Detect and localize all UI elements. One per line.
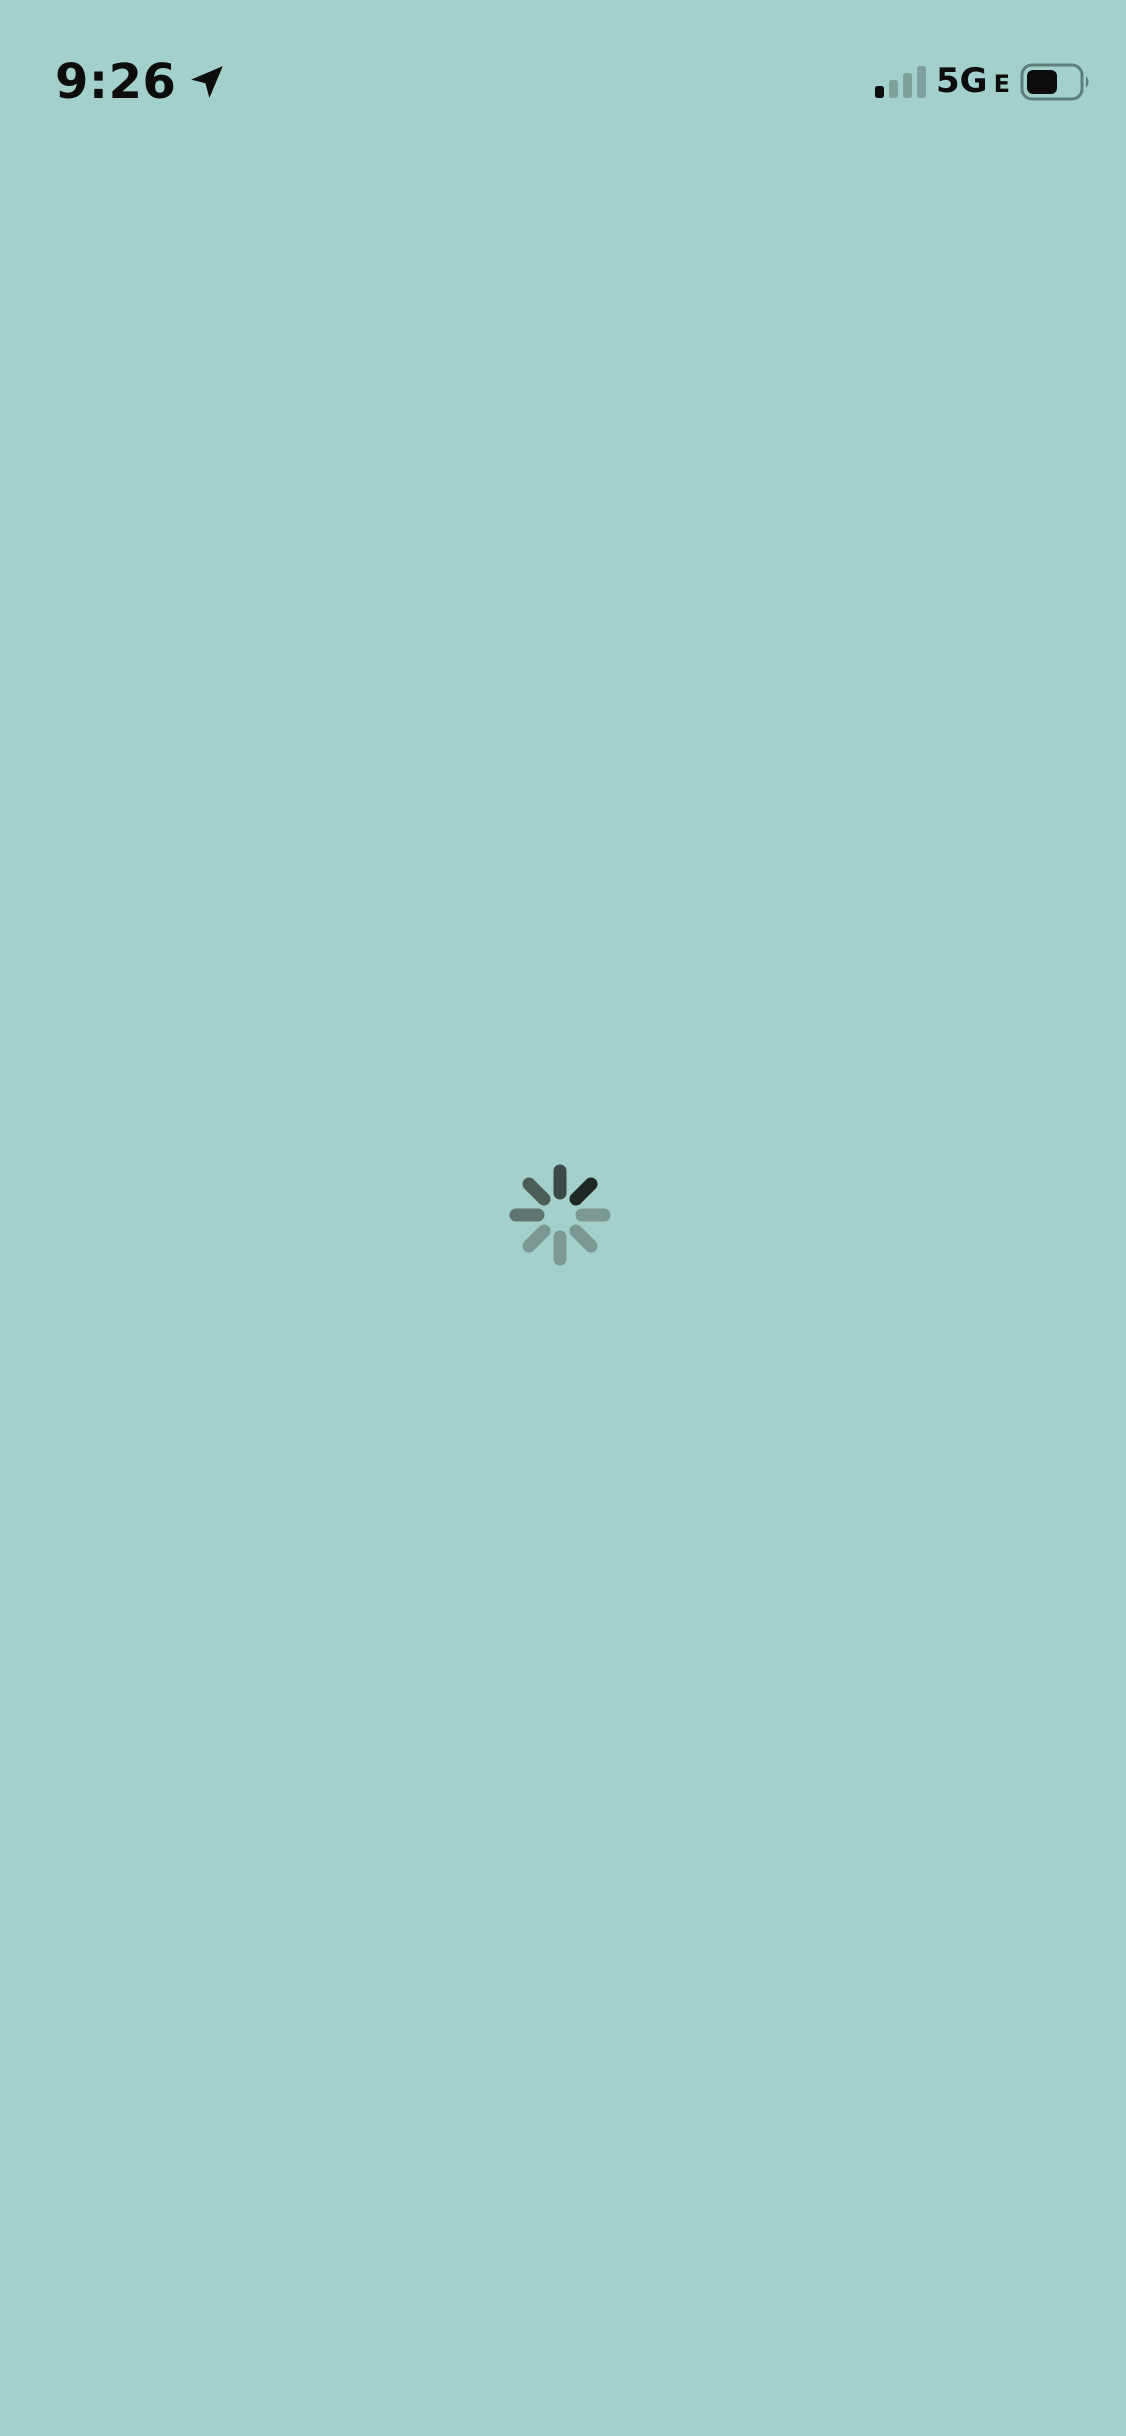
signal-bar-2: [889, 80, 899, 98]
network-indicator: 5G E: [936, 61, 1010, 104]
spinner-spoke-2: [569, 1177, 598, 1206]
spinner-spoke-8: [522, 1177, 551, 1206]
network-type: 5G: [936, 60, 988, 101]
status-bar: 9:26 5G E: [0, 0, 1126, 160]
signal-bar-3: [903, 73, 913, 98]
battery-level-fill: [1027, 70, 1057, 94]
status-right: 5G E: [874, 60, 1092, 104]
app-screen: 9:26 5G E: [0, 0, 1126, 2436]
cellular-signal-icon: [875, 66, 927, 98]
location-arrow-icon: [191, 66, 224, 98]
status-left: 9:26: [55, 50, 226, 114]
status-time: 9:26: [55, 54, 177, 110]
spinner-spoke-4: [569, 1224, 598, 1253]
network-type-suffix: E: [993, 69, 1010, 98]
loading-spinner-icon: [509, 1164, 611, 1266]
signal-bar-1: [875, 86, 885, 98]
signal-bar-4: [917, 66, 927, 98]
battery-icon: [1020, 63, 1089, 101]
spinner-spoke-6: [522, 1224, 551, 1253]
